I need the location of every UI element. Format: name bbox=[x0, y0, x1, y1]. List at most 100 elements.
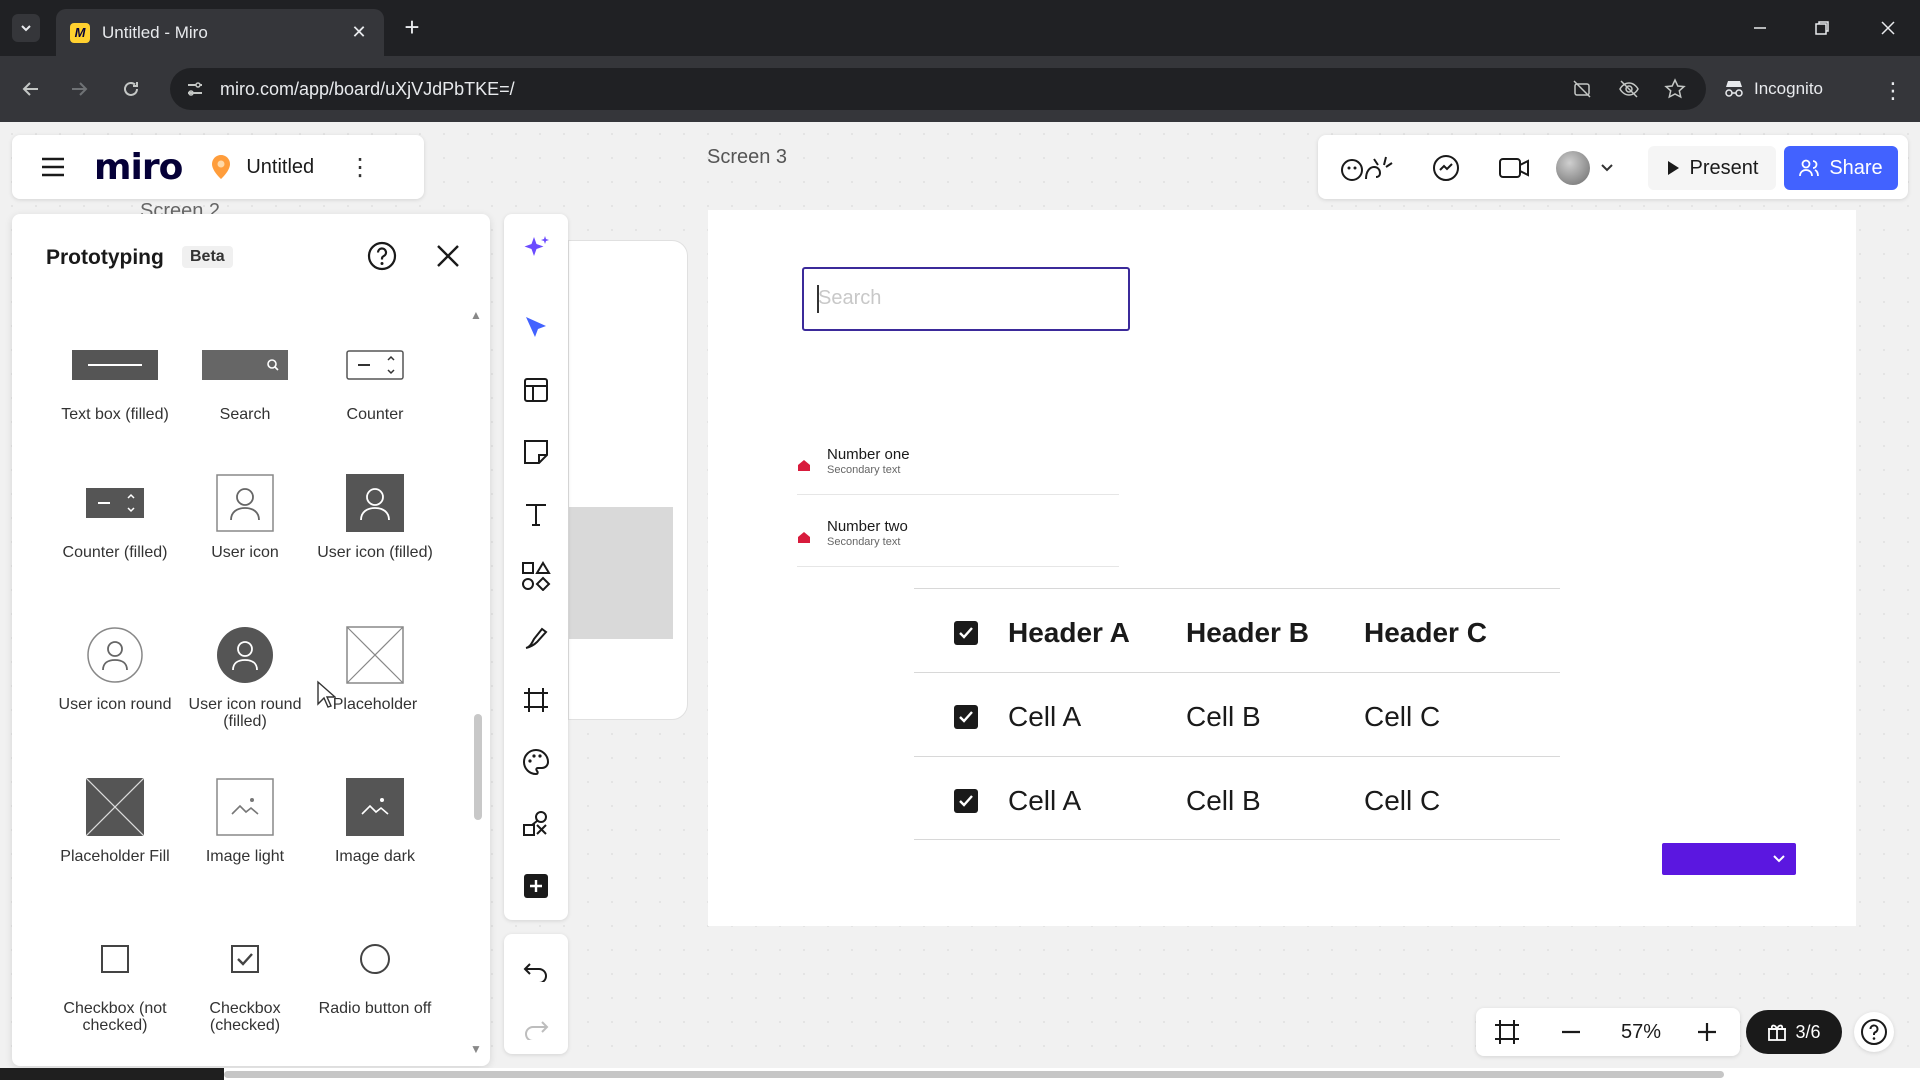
ai-sparkle-icon[interactable] bbox=[520, 232, 552, 264]
column-header[interactable]: Header A bbox=[1008, 617, 1130, 649]
search-input[interactable]: Search bbox=[802, 267, 1130, 331]
component-user-icon[interactable]: User icon bbox=[180, 474, 310, 561]
scroll-down-arrow[interactable]: ▼ bbox=[470, 1042, 482, 1056]
creation-toolbar bbox=[504, 214, 568, 920]
zoom-level[interactable]: 57% bbox=[1606, 1020, 1676, 1044]
browser-menu-icon[interactable]: ⋮ bbox=[1882, 78, 1904, 104]
eye-off-icon[interactable] bbox=[1618, 79, 1640, 99]
component-counter[interactable]: Counter bbox=[310, 336, 440, 423]
video-call-icon[interactable] bbox=[1496, 150, 1532, 186]
chevron-down-icon bbox=[1773, 855, 1785, 863]
diagramming-icon[interactable] bbox=[520, 808, 552, 840]
zoom-in-icon[interactable] bbox=[1692, 1020, 1722, 1044]
component-text-box-filled[interactable]: Text box (filled) bbox=[50, 336, 180, 423]
incognito-indicator[interactable]: Incognito bbox=[1722, 72, 1862, 106]
reactions-icon[interactable] bbox=[1338, 150, 1402, 186]
component-search[interactable]: Search bbox=[180, 336, 310, 423]
main-menu-icon[interactable] bbox=[28, 142, 78, 192]
component-checkbox-unchecked[interactable]: Checkbox (not checked) bbox=[50, 930, 180, 1034]
component-checkbox-checked[interactable]: Checkbox (checked) bbox=[180, 930, 310, 1034]
scroll-up-arrow[interactable]: ▲ bbox=[470, 308, 482, 322]
minimize-icon[interactable] bbox=[1746, 14, 1774, 42]
tab-title: Untitled - Miro bbox=[102, 22, 208, 42]
horizontal-scrollbar[interactable] bbox=[224, 1068, 1920, 1080]
zoom-controls: 57% bbox=[1476, 1008, 1740, 1056]
palette-icon[interactable] bbox=[520, 746, 552, 778]
collaborators-menu[interactable] bbox=[1556, 148, 1628, 188]
forward-arrow-icon[interactable] bbox=[64, 74, 94, 104]
component-radio-off[interactable]: Radio button off bbox=[310, 930, 440, 1017]
reload-icon[interactable] bbox=[116, 74, 146, 104]
browser-tab-active[interactable]: M Untitled - Miro ✕ bbox=[56, 9, 384, 56]
panel-scrollbar[interactable] bbox=[474, 714, 482, 820]
onboarding-progress-button[interactable]: 3/6 bbox=[1746, 1010, 1842, 1054]
camera-blocked-icon[interactable] bbox=[1572, 79, 1592, 99]
fit-to-screen-icon[interactable] bbox=[1492, 1020, 1522, 1044]
templates-icon[interactable] bbox=[520, 374, 552, 406]
list-item[interactable]: Number one Secondary text bbox=[797, 442, 1119, 500]
share-button[interactable]: Share bbox=[1784, 146, 1898, 190]
table-cell: Cell C bbox=[1364, 701, 1441, 732]
checkbox-unchecked-icon bbox=[50, 930, 180, 988]
present-button[interactable]: Present bbox=[1648, 146, 1776, 190]
dropdown-select[interactable] bbox=[1662, 843, 1796, 875]
pen-icon[interactable] bbox=[520, 622, 552, 654]
close-icon[interactable] bbox=[432, 240, 464, 272]
checkbox-checked-icon[interactable] bbox=[954, 789, 978, 813]
list-item-title: Number two bbox=[827, 518, 908, 535]
avatar bbox=[1556, 151, 1590, 185]
select-pointer-icon[interactable] bbox=[520, 312, 552, 344]
close-window-icon[interactable] bbox=[1874, 14, 1902, 42]
component-label: User icon bbox=[211, 544, 279, 561]
address-bar[interactable]: miro.com/app/board/uXjVJdPbTKE=/ bbox=[170, 68, 1706, 110]
shapes-icon[interactable] bbox=[520, 560, 552, 592]
redo-icon[interactable] bbox=[520, 1012, 552, 1044]
divider bbox=[797, 566, 1119, 567]
tab-close-icon[interactable]: ✕ bbox=[348, 22, 370, 43]
frame-tool-icon[interactable] bbox=[520, 684, 552, 716]
component-image-light[interactable]: Image light bbox=[180, 778, 310, 865]
component-user-icon-filled[interactable]: User icon (filled) bbox=[310, 474, 440, 561]
sticky-note-icon[interactable] bbox=[520, 436, 552, 468]
component-label: User icon (filled) bbox=[317, 544, 433, 561]
new-tab-button[interactable]: + bbox=[398, 14, 426, 42]
add-more-icon[interactable] bbox=[520, 870, 552, 902]
component-image-dark[interactable]: Image dark bbox=[310, 778, 440, 865]
horizontal-scrollbar-thumb[interactable] bbox=[224, 1071, 1724, 1078]
back-arrow-icon[interactable] bbox=[16, 74, 46, 104]
component-user-icon-round-filled[interactable]: User icon round (filled) bbox=[180, 626, 310, 730]
zoom-out-icon[interactable] bbox=[1556, 1020, 1586, 1044]
checkbox-checked-icon[interactable] bbox=[954, 705, 978, 729]
miro-favicon-icon: M bbox=[70, 22, 90, 43]
prototyping-panel: Prototyping Beta ▲ ▼ Text box (filled) S… bbox=[12, 214, 490, 1066]
help-icon[interactable] bbox=[366, 240, 398, 272]
comment-icon[interactable] bbox=[1428, 150, 1464, 186]
text-tool-icon[interactable] bbox=[520, 498, 552, 530]
image-dark-icon bbox=[310, 778, 440, 836]
table-cell: Cell C bbox=[1364, 785, 1441, 816]
restore-icon[interactable] bbox=[1808, 14, 1836, 42]
frame-screen-2[interactable] bbox=[568, 240, 688, 720]
help-button[interactable] bbox=[1854, 1012, 1894, 1052]
column-header[interactable]: Header B bbox=[1186, 617, 1309, 649]
checkbox-checked-icon[interactable] bbox=[954, 621, 978, 645]
column-header[interactable]: Header C bbox=[1364, 617, 1487, 649]
board-options-icon[interactable]: ⋮ bbox=[348, 153, 372, 182]
undo-icon[interactable] bbox=[520, 954, 552, 986]
component-placeholder-fill[interactable]: Placeholder Fill bbox=[50, 778, 180, 865]
component-user-icon-round[interactable]: User icon round bbox=[50, 626, 180, 713]
component-counter-filled[interactable]: Counter (filled) bbox=[50, 474, 180, 561]
url-text: miro.com/app/board/uXjVJdPbTKE=/ bbox=[220, 78, 515, 99]
list-item[interactable]: Number two Secondary text bbox=[797, 514, 1119, 572]
tab-search-button[interactable] bbox=[12, 14, 40, 42]
miro-logo[interactable]: miro bbox=[94, 147, 183, 188]
bookmark-star-icon[interactable] bbox=[1664, 78, 1686, 100]
present-label: Present bbox=[1689, 156, 1759, 179]
component-label: User icon round bbox=[58, 696, 172, 713]
user-round-icon bbox=[50, 626, 180, 684]
frame-label[interactable]: Screen 3 bbox=[707, 146, 787, 169]
table-row: Cell A Cell B Cell C bbox=[914, 756, 1560, 840]
history-toolbar bbox=[504, 934, 568, 1054]
site-info-icon[interactable] bbox=[186, 80, 204, 98]
board-name[interactable]: Untitled bbox=[246, 156, 314, 179]
